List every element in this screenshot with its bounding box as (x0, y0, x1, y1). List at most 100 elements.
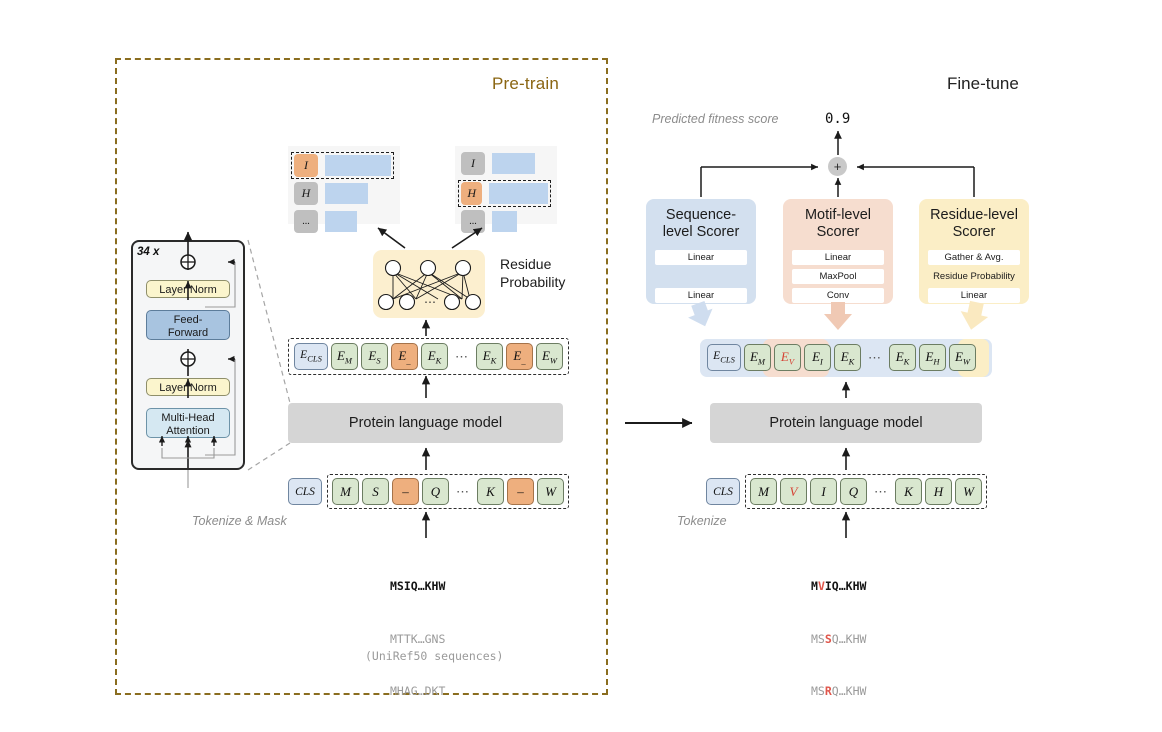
token-chip: Q (422, 478, 449, 505)
prediction-panel-left: I H ... (288, 146, 400, 233)
pretrain-sequence-list: MSIQ…KHW MTTK…GNS MHAG…DKT QEEY…SAM MRVK… (390, 543, 460, 732)
token-chip: W (955, 478, 982, 505)
probability-bar (492, 153, 535, 174)
embedding-chip: EK (889, 344, 916, 371)
prediction-row: I (291, 152, 394, 179)
embedding-chip: EK (834, 344, 861, 371)
residue-label: I (461, 152, 485, 175)
embedding-chip-mutant: EV (774, 344, 801, 371)
finetune-sequence-list: MVIQ…KHW MSSQ…KHW MSRQ…KHW MSIQ…YHW MSIQ… (811, 543, 883, 732)
token-chip: M (332, 478, 359, 505)
sequence-level-scorer: Sequence-level Scorer Linear Linear (646, 199, 756, 304)
sequence-item: MSRQ…KHW (811, 684, 867, 698)
ellipsis: ⋯ (456, 483, 470, 499)
residue-label: ... (461, 210, 485, 233)
prediction-row: H (458, 180, 551, 207)
motif-level-scorer-title: Motif-level Scorer (804, 207, 872, 240)
residue-level-scorer: Residue-level Scorer Gather & Avg. Residu… (919, 199, 1029, 304)
token-chip-cls: CLS (288, 478, 322, 505)
prediction-row: I (461, 152, 551, 175)
probability-bar (325, 155, 391, 176)
feed-forward-label: Feed- Forward (167, 314, 209, 339)
pretrain-token-row: CLS M S – Q ⋯ K – W (288, 474, 569, 509)
layer-norm-top-box: Layer Norm (146, 280, 230, 298)
scorer-row-maxpool: MaxPool (792, 269, 884, 284)
prediction-row: ... (294, 210, 394, 233)
scorer-row-linear-2: Linear (655, 288, 747, 303)
pretrain-title: Pre-train (492, 74, 559, 93)
residue-label: H (294, 182, 318, 205)
embedding-chip-mask: E_ (391, 343, 418, 370)
token-chip: I (810, 478, 837, 505)
prediction-row: ... (461, 210, 551, 233)
sum-node: + (828, 157, 847, 176)
scorer-row-gather-avg: Gather & Avg. (928, 250, 1020, 265)
residue-label: H (461, 182, 483, 205)
scorer-row-spacer (655, 269, 747, 284)
finetune-title: Fine-tune (947, 74, 1019, 93)
pretrain-sequence-source: (UniRef50 sequences) (365, 649, 504, 663)
pretrain-protein-language-model: Protein language model (288, 403, 563, 443)
motif-level-scorer: Motif-level Scorer Linear MaxPool Conv (783, 199, 893, 304)
finetune-token-group: M V I Q ⋯ K H W (745, 474, 987, 509)
sequence-item: MHAG…DKT (390, 684, 446, 698)
residue-label: I (294, 154, 318, 177)
layer-norm-bottom-box: Layer Norm (146, 378, 230, 396)
transformer-repeat-label: 34 x (137, 246, 160, 258)
residue-label: ... (294, 210, 318, 233)
token-chip-cls: CLS (706, 478, 740, 505)
pretrain-masked-token-group: M S – Q ⋯ K – W (327, 474, 569, 509)
layer-norm-bottom-label: Layer Norm (159, 382, 217, 394)
residue-scorer-arrow (960, 300, 989, 330)
token-chip: H (925, 478, 952, 505)
embedding-chip: EW (949, 344, 976, 371)
sequence-item: MSSQ…KHW (811, 631, 867, 646)
sequence-item: MSIQ…KHW (390, 579, 446, 593)
embedding-chip: EI (804, 344, 831, 371)
finetune-protein-language-model: Protein language model (710, 403, 982, 443)
probability-bar (325, 211, 357, 232)
scorer-row-conv: Conv (792, 288, 884, 303)
scorer-input-arrows (688, 300, 989, 330)
token-chip-mask: – (507, 478, 534, 505)
predicted-fitness-label: Predicted fitness score (652, 112, 779, 126)
token-chip: S (362, 478, 389, 505)
embedding-chip: EK (421, 343, 448, 370)
scorer-row-linear-1: Linear (655, 250, 747, 265)
probability-bar (492, 211, 517, 232)
embedding-chip: EK (476, 343, 503, 370)
multi-head-attention-label: Multi-Head Attention (161, 412, 215, 437)
finetune-tokenize-label: Tokenize (677, 514, 727, 528)
token-chip: Q (840, 478, 867, 505)
sequence-item: MVIQ…KHW (811, 579, 867, 593)
feed-forward-box: Feed- Forward (146, 310, 230, 340)
embedding-chip: ES (361, 343, 388, 370)
prediction-row: H (294, 182, 394, 205)
motif-scorer-arrow (824, 302, 852, 330)
figure-canvas: Pre-train Fine-tune 34 x Layer Norm Feed… (0, 0, 1162, 732)
layer-norm-top-label: Layer Norm (159, 284, 217, 296)
ellipsis: ⋯ (455, 348, 469, 364)
pretrain-embedding-group: ECLS EM ES E_ EK ⋯ EK E_ EW (288, 338, 569, 375)
embedding-chip: EW (536, 343, 563, 370)
finetune-plm-label: Protein language model (769, 415, 923, 431)
plus-icon: + (833, 159, 842, 174)
token-chip: K (895, 478, 922, 505)
pretrain-tokenize-label: Tokenize & Mask (192, 514, 287, 528)
embedding-chip: EM (331, 343, 358, 370)
finetune-embedding-row: ECLS EM EV EI EK ⋯ EK EH EW (707, 344, 976, 371)
token-chip: K (477, 478, 504, 505)
pretrain-plm-label: Protein language model (348, 415, 503, 431)
pretrain-embedding-row: ECLS EM ES E_ EK ⋯ EK E_ EW (294, 343, 563, 370)
prediction-panel-right: I H ... (455, 146, 557, 233)
multi-head-attention-box: Multi-Head Attention (146, 408, 230, 438)
ellipsis: ⋯ (868, 349, 882, 365)
finetune-token-row: CLS M V I Q ⋯ K H W (706, 474, 987, 509)
scorer-row-residue-probability: Residue Probability (933, 271, 1015, 282)
mlp-head-box (373, 250, 485, 318)
token-chip-mask: – (392, 478, 419, 505)
embedding-chip-mask: E_ (506, 343, 533, 370)
scorer-row-linear: Linear (928, 288, 1020, 303)
probability-bar (325, 183, 368, 204)
sequence-item: MTTK…GNS (390, 631, 446, 646)
